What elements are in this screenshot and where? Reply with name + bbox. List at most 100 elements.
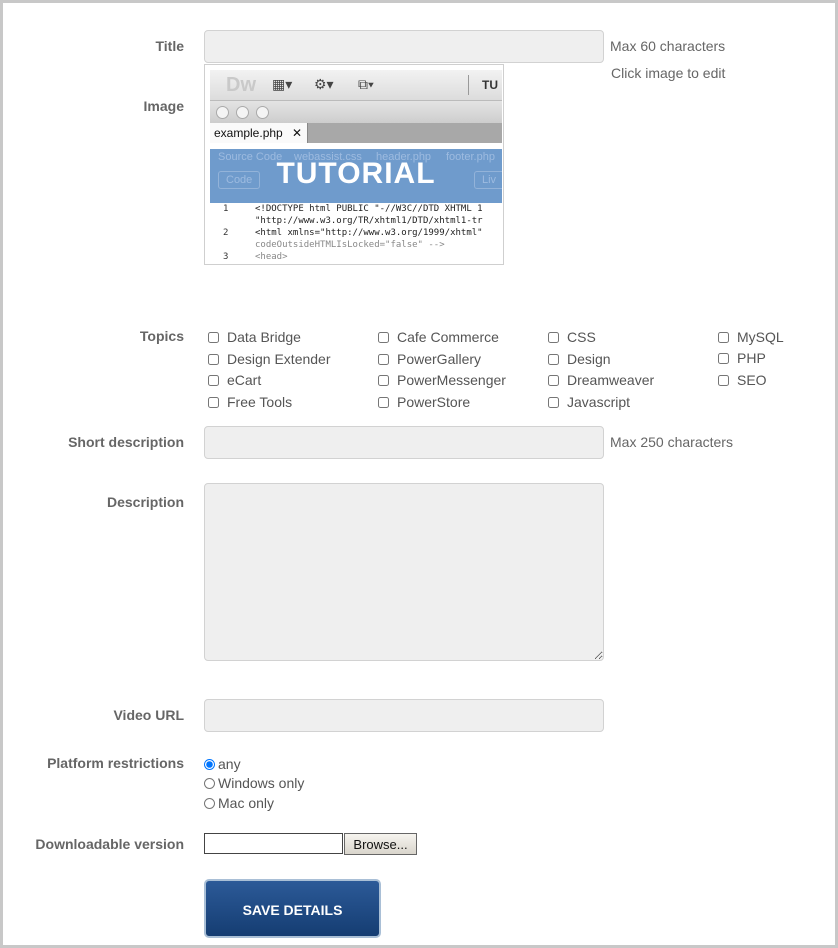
- platform-option-mac[interactable]: Mac only: [204, 795, 274, 811]
- platform-option-label: any: [218, 756, 241, 772]
- topic-label: PHP: [737, 350, 766, 366]
- topic-checkbox[interactable]: [378, 354, 389, 365]
- window-dot-icon: [236, 106, 249, 119]
- topic-checkbox[interactable]: [548, 354, 559, 365]
- tutorial-banner: Source Code webassist.css header.php foo…: [210, 149, 502, 203]
- layout-icon: ▦▾: [272, 76, 293, 92]
- topic-powergallery[interactable]: PowerGallery: [378, 351, 481, 367]
- line-number: 2: [223, 228, 229, 238]
- topic-free-tools[interactable]: Free Tools: [208, 394, 292, 410]
- topic-checkbox[interactable]: [378, 397, 389, 408]
- tutorial-overlay-text: TUTORIAL: [276, 157, 436, 190]
- platform-radio[interactable]: [204, 759, 215, 770]
- topic-cafe-commerce[interactable]: Cafe Commerce: [378, 329, 499, 345]
- topic-powerstore[interactable]: PowerStore: [378, 394, 470, 410]
- topic-php[interactable]: PHP: [718, 350, 766, 366]
- preview-tab-label: example.php: [214, 126, 283, 140]
- code-line: <head>: [255, 252, 288, 262]
- topic-label: Free Tools: [227, 394, 293, 410]
- short-description-hint: Max 250 characters: [610, 434, 733, 450]
- preview-tab: example.php ✕: [210, 123, 308, 143]
- close-icon: ✕: [291, 126, 302, 140]
- download-label: Downloadable version: [35, 836, 184, 852]
- topic-label: PowerGallery: [397, 351, 482, 367]
- image-hint: Click image to edit: [611, 65, 726, 81]
- topic-seo[interactable]: SEO: [718, 372, 767, 388]
- code-line: <html xmlns="http://www.w3.org/1999/xhtm…: [255, 228, 483, 238]
- gear-icon: ⚙▾: [314, 76, 334, 92]
- dreamweaver-logo: Dw: [226, 74, 256, 96]
- topic-checkbox[interactable]: [548, 397, 559, 408]
- sitemap-icon: ⧉▾: [358, 76, 374, 92]
- title-input[interactable]: [204, 30, 604, 63]
- description-label: Description: [106, 494, 184, 510]
- code-line: codeOutsideHTMLIsLocked="false" -->: [255, 240, 445, 250]
- topic-label: PowerStore: [397, 394, 471, 410]
- platform-option-any[interactable]: any: [204, 756, 241, 772]
- save-details-label: SAVE DETAILS: [242, 902, 343, 918]
- window-dot-icon: [256, 106, 269, 119]
- topic-checkbox[interactable]: [718, 353, 729, 364]
- topic-data-bridge[interactable]: Data Bridge: [208, 329, 301, 345]
- platform-option-label: Windows only: [218, 775, 305, 791]
- code-line: <!DOCTYPE html PUBLIC "-//W3C//DTD XHTML…: [255, 204, 483, 214]
- topic-label: Javascript: [567, 394, 631, 410]
- toolbar-separator: [468, 75, 469, 95]
- preview-tabbar: example.php ✕: [210, 123, 502, 143]
- topic-label: Dreamweaver: [567, 372, 655, 388]
- topic-checkbox[interactable]: [378, 375, 389, 386]
- topic-label: Design Extender: [227, 351, 331, 367]
- platform-radio[interactable]: [204, 778, 215, 789]
- topic-checkbox[interactable]: [208, 397, 219, 408]
- video-url-input[interactable]: [204, 699, 604, 732]
- image-label: Image: [143, 98, 184, 114]
- description-textarea[interactable]: [204, 483, 604, 661]
- topic-checkbox[interactable]: [378, 332, 389, 343]
- topic-checkbox[interactable]: [718, 332, 729, 343]
- title-label: Title: [155, 38, 184, 54]
- topic-label: eCart: [227, 372, 262, 388]
- topic-label: CSS: [567, 329, 596, 345]
- platform-label: Platform restrictions: [47, 755, 184, 771]
- platform-option-windows[interactable]: Windows only: [204, 775, 304, 791]
- topic-css[interactable]: CSS: [548, 329, 596, 345]
- preview-toolbar: Dw ▦▾ ⚙▾ ⧉▾ TU: [210, 70, 502, 101]
- line-number: 3: [223, 252, 229, 262]
- code-line: "http://www.w3.org/TR/xhtml1/DTD/xhtml1-…: [255, 216, 483, 226]
- video-url-label: Video URL: [113, 707, 184, 723]
- title-hint: Max 60 characters: [610, 38, 726, 54]
- topic-checkbox[interactable]: [718, 375, 729, 386]
- short-description-label: Short description: [68, 434, 184, 450]
- topic-design-extender[interactable]: Design Extender: [208, 351, 331, 367]
- topic-checkbox[interactable]: [548, 375, 559, 386]
- topic-ecart[interactable]: eCart: [208, 372, 261, 388]
- topics-label: Topics: [139, 328, 184, 344]
- topic-label: Data Bridge: [227, 329, 301, 345]
- topic-checkbox[interactable]: [548, 332, 559, 343]
- topic-design[interactable]: Design: [548, 351, 611, 367]
- image-preview[interactable]: Dw ▦▾ ⚙▾ ⧉▾ TU example.php ✕ Source Code…: [204, 64, 504, 265]
- platform-radio[interactable]: [204, 798, 215, 809]
- topic-label: Design: [567, 351, 611, 367]
- topic-label: MySQL: [737, 329, 784, 345]
- window-dot-icon: [216, 106, 229, 119]
- line-number: 1: [223, 204, 229, 214]
- topic-label: SEO: [737, 372, 767, 388]
- topic-dreamweaver[interactable]: Dreamweaver: [548, 372, 654, 388]
- topic-powermessenger[interactable]: PowerMessenger: [378, 372, 506, 388]
- topic-javascript[interactable]: Javascript: [548, 394, 630, 410]
- topic-checkbox[interactable]: [208, 375, 219, 386]
- topic-label: Cafe Commerce: [397, 329, 499, 345]
- preview-window-titlebar: [210, 101, 502, 123]
- platform-option-label: Mac only: [218, 795, 275, 811]
- save-details-button[interactable]: SAVE DETAILS: [204, 879, 381, 938]
- topic-checkbox[interactable]: [208, 354, 219, 365]
- topic-checkbox[interactable]: [208, 332, 219, 343]
- short-description-input[interactable]: [204, 426, 604, 459]
- browse-button[interactable]: Browse...: [344, 833, 417, 855]
- preview-code: 1 <!DOCTYPE html PUBLIC "-//W3C//DTD XHT…: [210, 203, 502, 264]
- topic-label: PowerMessenger: [397, 372, 506, 388]
- download-file-field[interactable]: [204, 833, 343, 854]
- topic-mysql[interactable]: MySQL: [718, 329, 784, 345]
- toolbar-title-fragment: TU: [482, 78, 498, 92]
